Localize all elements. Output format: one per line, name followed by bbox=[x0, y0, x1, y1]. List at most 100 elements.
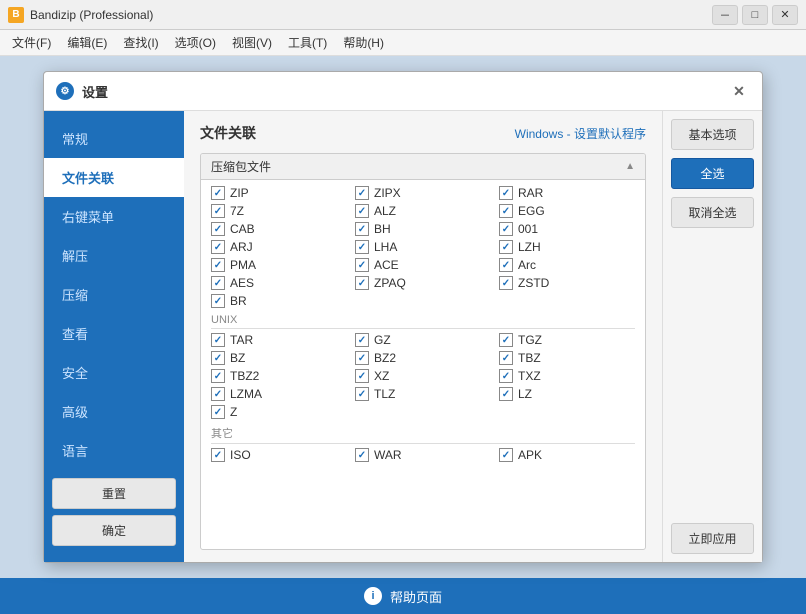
file-item-z[interactable]: Z bbox=[211, 405, 347, 419]
checkbox-zip[interactable] bbox=[211, 186, 225, 200]
checkbox-zpaq[interactable] bbox=[355, 276, 369, 290]
file-item-tgz[interactable]: TGZ bbox=[499, 333, 635, 347]
checkbox-xz[interactable] bbox=[355, 369, 369, 383]
file-item-lha[interactable]: LHA bbox=[355, 240, 491, 254]
file-item-arj[interactable]: ARJ bbox=[211, 240, 347, 254]
file-item-zipx[interactable]: ZIPX bbox=[355, 186, 491, 200]
file-item-lzma[interactable]: LZMA bbox=[211, 387, 347, 401]
sidebar-item-context-menu[interactable]: 右键菜单 bbox=[44, 197, 184, 236]
checkbox-bz2[interactable] bbox=[355, 351, 369, 365]
file-item-rar[interactable]: RAR bbox=[499, 186, 635, 200]
file-item-zstd[interactable]: ZSTD bbox=[499, 276, 635, 290]
close-button[interactable]: ✕ bbox=[772, 5, 798, 25]
sidebar-item-view[interactable]: 查看 bbox=[44, 314, 184, 353]
file-item-bh[interactable]: BH bbox=[355, 222, 491, 236]
file-item-tlz[interactable]: TLZ bbox=[355, 387, 491, 401]
menu-view[interactable]: 视图(V) bbox=[224, 32, 280, 53]
confirm-button[interactable]: 确定 bbox=[52, 515, 176, 546]
file-item-aes[interactable]: AES bbox=[211, 276, 347, 290]
file-item-7z[interactable]: 7Z bbox=[211, 204, 347, 218]
checkbox-txz[interactable] bbox=[499, 369, 513, 383]
checkbox-001[interactable] bbox=[499, 222, 513, 236]
sidebar-item-general[interactable]: 常规 bbox=[44, 119, 184, 158]
apply-button[interactable]: 立即应用 bbox=[671, 523, 754, 554]
checkbox-rar[interactable] bbox=[499, 186, 513, 200]
file-item-txz[interactable]: TXZ bbox=[499, 369, 635, 383]
checkbox-gz[interactable] bbox=[355, 333, 369, 347]
dialog-close-button[interactable]: ✕ bbox=[728, 80, 750, 102]
checkbox-apk[interactable] bbox=[499, 448, 513, 462]
file-item-tbz2[interactable]: TBZ2 bbox=[211, 369, 347, 383]
file-item-tar[interactable]: TAR bbox=[211, 333, 347, 347]
checkbox-pma[interactable] bbox=[211, 258, 225, 272]
sidebar-item-security[interactable]: 安全 bbox=[44, 353, 184, 392]
checkbox-tgz[interactable] bbox=[499, 333, 513, 347]
sidebar-item-advanced[interactable]: 高级 bbox=[44, 392, 184, 431]
checkbox-aes[interactable] bbox=[211, 276, 225, 290]
checkbox-lzh[interactable] bbox=[499, 240, 513, 254]
sidebar-item-language[interactable]: 语言 bbox=[44, 431, 184, 470]
file-item-apk[interactable]: APK bbox=[499, 448, 635, 462]
file-item-egg[interactable]: EGG bbox=[499, 204, 635, 218]
sidebar-item-file-assoc[interactable]: 文件关联 bbox=[44, 158, 184, 197]
checkbox-ace[interactable] bbox=[355, 258, 369, 272]
checkbox-z[interactable] bbox=[211, 405, 225, 419]
checkbox-tbz[interactable] bbox=[499, 351, 513, 365]
checkbox-zipx[interactable] bbox=[355, 186, 369, 200]
deselect-all-button[interactable]: 取消全选 bbox=[671, 197, 754, 228]
checkbox-war[interactable] bbox=[355, 448, 369, 462]
checkbox-tar[interactable] bbox=[211, 333, 225, 347]
sidebar-item-compress[interactable]: 压缩 bbox=[44, 275, 184, 314]
file-item-arc[interactable]: Arc bbox=[499, 258, 635, 272]
file-item-cab[interactable]: CAB bbox=[211, 222, 347, 236]
menu-options[interactable]: 选项(O) bbox=[167, 32, 224, 53]
file-item-alz[interactable]: ALZ bbox=[355, 204, 491, 218]
checkbox-tlz[interactable] bbox=[355, 387, 369, 401]
checkbox-cab[interactable] bbox=[211, 222, 225, 236]
menu-search[interactable]: 查找(I) bbox=[115, 32, 166, 53]
checkbox-bh[interactable] bbox=[355, 222, 369, 236]
scroll-up-icon[interactable]: ▲ bbox=[625, 161, 635, 172]
file-list-scroll[interactable]: ZIP ZIPX RAR bbox=[201, 180, 645, 549]
basic-options-button[interactable]: 基本选项 bbox=[671, 119, 754, 150]
file-item-001[interactable]: 001 bbox=[499, 222, 635, 236]
file-item-br[interactable]: BR bbox=[211, 294, 347, 308]
minimize-button[interactable]: － bbox=[712, 5, 738, 25]
reset-button[interactable]: 重置 bbox=[52, 478, 176, 509]
checkbox-arc[interactable] bbox=[499, 258, 513, 272]
file-item-bz2[interactable]: BZ2 bbox=[355, 351, 491, 365]
file-item-gz[interactable]: GZ bbox=[355, 333, 491, 347]
maximize-button[interactable]: □ bbox=[742, 5, 768, 25]
file-item-xz[interactable]: XZ bbox=[355, 369, 491, 383]
sidebar-item-extract[interactable]: 解压 bbox=[44, 236, 184, 275]
file-item-ace[interactable]: ACE bbox=[355, 258, 491, 272]
file-item-bz[interactable]: BZ bbox=[211, 351, 347, 365]
file-item-zip[interactable]: ZIP bbox=[211, 186, 347, 200]
menu-help[interactable]: 帮助(H) bbox=[335, 32, 392, 53]
checkbox-alz[interactable] bbox=[355, 204, 369, 218]
menu-edit[interactable]: 编辑(E) bbox=[59, 32, 115, 53]
file-item-pma[interactable]: PMA bbox=[211, 258, 347, 272]
file-item-iso[interactable]: ISO bbox=[211, 448, 347, 462]
checkbox-7z[interactable] bbox=[211, 204, 225, 218]
checkbox-lha[interactable] bbox=[355, 240, 369, 254]
file-item-lz[interactable]: LZ bbox=[499, 387, 635, 401]
file-item-zpaq[interactable]: ZPAQ bbox=[355, 276, 491, 290]
checkbox-egg[interactable] bbox=[499, 204, 513, 218]
checkbox-iso[interactable] bbox=[211, 448, 225, 462]
file-item-war[interactable]: WAR bbox=[355, 448, 491, 462]
checkbox-zstd[interactable] bbox=[499, 276, 513, 290]
checkbox-br[interactable] bbox=[211, 294, 225, 308]
select-all-button[interactable]: 全选 bbox=[671, 158, 754, 189]
checkbox-lz[interactable] bbox=[499, 387, 513, 401]
windows-default-link[interactable]: Windows - 设置默认程序 bbox=[515, 125, 646, 142]
checkbox-bz[interactable] bbox=[211, 351, 225, 365]
bottom-bar-text[interactable]: 帮助页面 bbox=[390, 587, 442, 606]
file-item-lzh[interactable]: LZH bbox=[499, 240, 635, 254]
checkbox-arj[interactable] bbox=[211, 240, 225, 254]
menu-file[interactable]: 文件(F) bbox=[4, 32, 59, 53]
checkbox-lzma[interactable] bbox=[211, 387, 225, 401]
file-item-tbz[interactable]: TBZ bbox=[499, 351, 635, 365]
checkbox-tbz2[interactable] bbox=[211, 369, 225, 383]
menu-tools[interactable]: 工具(T) bbox=[280, 32, 335, 53]
